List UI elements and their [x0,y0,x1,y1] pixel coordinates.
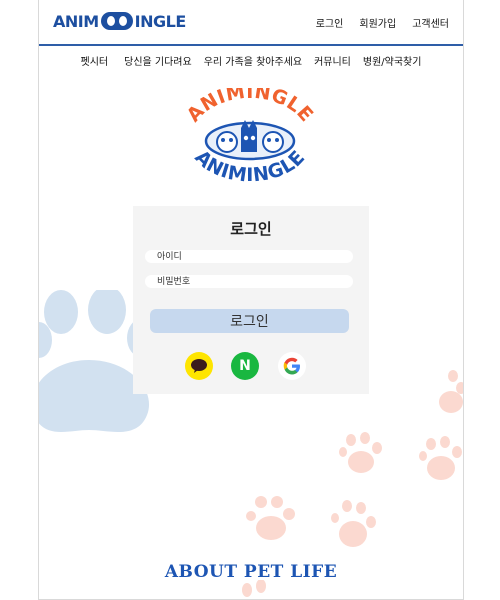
page-frame: ANIM INGLE 로그인 회원가입 고객센터 펫시터 당신을 기다려요 우리… [38,0,464,600]
site-logo[interactable]: ANIM INGLE [53,9,186,33]
login-submit-button[interactable]: 로그인 [150,309,349,333]
password-input[interactable] [145,275,353,288]
google-icon [283,357,300,375]
kakao-login-button[interactable] [185,352,213,380]
logo-text-right: INGLE [134,11,187,31]
login-panel: 로그인 로그인 N [133,206,369,394]
kakao-icon [191,359,207,373]
nav-item-hospital[interactable]: 병원/약국찾기 [363,53,422,68]
brand-top-text: ANIMINGLE [183,88,317,126]
logo-mascot-icon [100,12,133,30]
brand-logo: ANIMINGLE ANIMINGLE [183,88,317,186]
nav-item-community[interactable]: 커뮤니티 [314,53,351,68]
about-pet-life-heading: ABOUT PET LIFE [164,562,338,582]
naver-icon: N [239,358,251,374]
pink-paw-decoration [242,580,266,597]
pink-paw-decoration [246,496,295,540]
pink-paw-decoration [419,436,462,480]
login-title: 로그인 [230,220,272,238]
top-header: ANIM INGLE 로그인 회원가입 고객센터 [39,0,463,46]
pink-paw-decoration [331,500,376,547]
naver-login-button[interactable]: N [231,352,259,380]
username-input[interactable] [145,250,353,263]
nav-item-find-family[interactable]: 우리 가족을 찾아주세요 [204,53,302,68]
login-link[interactable]: 로그인 [316,15,344,30]
main-nav: 펫시터 당신을 기다려요 우리 가족을 찾아주세요 커뮤니티 병원/약국찾기 [39,46,463,74]
support-link[interactable]: 고객센터 [412,15,449,30]
logo-text-left: ANIM [53,11,99,31]
nav-item-waiting[interactable]: 당신을 기다려요 [124,53,192,68]
header-links: 로그인 회원가입 고객센터 [316,15,449,30]
google-login-button[interactable] [278,352,306,380]
nav-item-petsitter[interactable]: 펫시터 [81,53,109,68]
signup-link[interactable]: 회원가입 [359,15,396,30]
pink-paw-decoration [339,432,382,473]
pink-paw-decoration [439,370,463,413]
